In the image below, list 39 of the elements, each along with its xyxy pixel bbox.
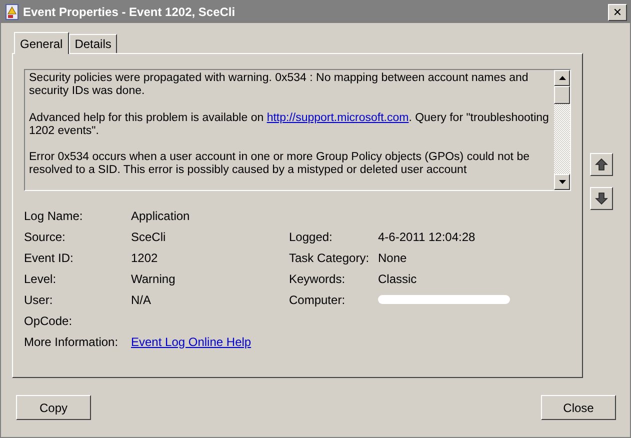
description-paragraph: Advanced help for this problem is available on http://support.microsoft.com. Query for "troubleshooting 1202 events". <box>29 112 550 138</box>
field-value: None <box>378 250 407 264</box>
field-label: Computer: <box>289 292 346 306</box>
scroll-down-icon <box>558 180 566 184</box>
close-dialog-button[interactable]: Close <box>541 395 616 420</box>
field-label: Log Name: <box>24 208 84 222</box>
scroll-up-icon <box>558 76 566 80</box>
copy-button[interactable]: Copy <box>16 395 91 420</box>
field-value: Classic <box>378 272 417 286</box>
field-value: Warning <box>131 272 176 286</box>
field-value: 4-6-2011 12:04:28 <box>378 230 476 244</box>
field-label: User: <box>24 292 54 306</box>
field-label: More Information: <box>24 334 120 348</box>
field-label: Task Category: <box>289 250 370 264</box>
support-link[interactable]: http://support.microsoft.com <box>266 112 409 124</box>
scrollbar[interactable] <box>554 70 570 190</box>
warning-app-icon <box>5 4 19 20</box>
description-paragraph: Error 0x534 occurs when a user account in one or more Group Policy objects (GPOs) could not be resolved to a SID. This error is possibly caused by a mistyped or deleted user account <box>29 151 530 178</box>
field-label: Logged: <box>289 230 332 244</box>
field-label: Level: <box>24 272 58 286</box>
field-value: SceCli <box>131 230 166 244</box>
scroll-thumb[interactable] <box>554 86 570 104</box>
close-button[interactable]: ✕ <box>608 4 627 20</box>
field-label: Event ID: <box>24 250 74 264</box>
tab[interactable]: General <box>14 32 69 54</box>
arrow-down-icon <box>595 192 608 205</box>
field-label: Keywords: <box>289 272 346 286</box>
window-title: Event Properties - Event 1202, SceCli <box>23 5 236 19</box>
description-paragraph: Security policies were propagated with warning. 0x534 : No mapping between account names and security IDs was done. <box>29 72 530 99</box>
field-label: OpCode: <box>24 314 74 328</box>
help-link[interactable]: Event Log Online Help <box>131 334 252 348</box>
field-value: 1202 <box>131 250 158 264</box>
field-value: N/A <box>131 292 152 306</box>
previous-event-button[interactable] <box>590 153 613 176</box>
next-event-button[interactable] <box>590 187 613 210</box>
field-label: Source: <box>24 230 66 244</box>
arrow-up-icon <box>595 158 608 171</box>
field-value: Application <box>131 208 190 222</box>
tab[interactable]: Details <box>68 34 118 53</box>
